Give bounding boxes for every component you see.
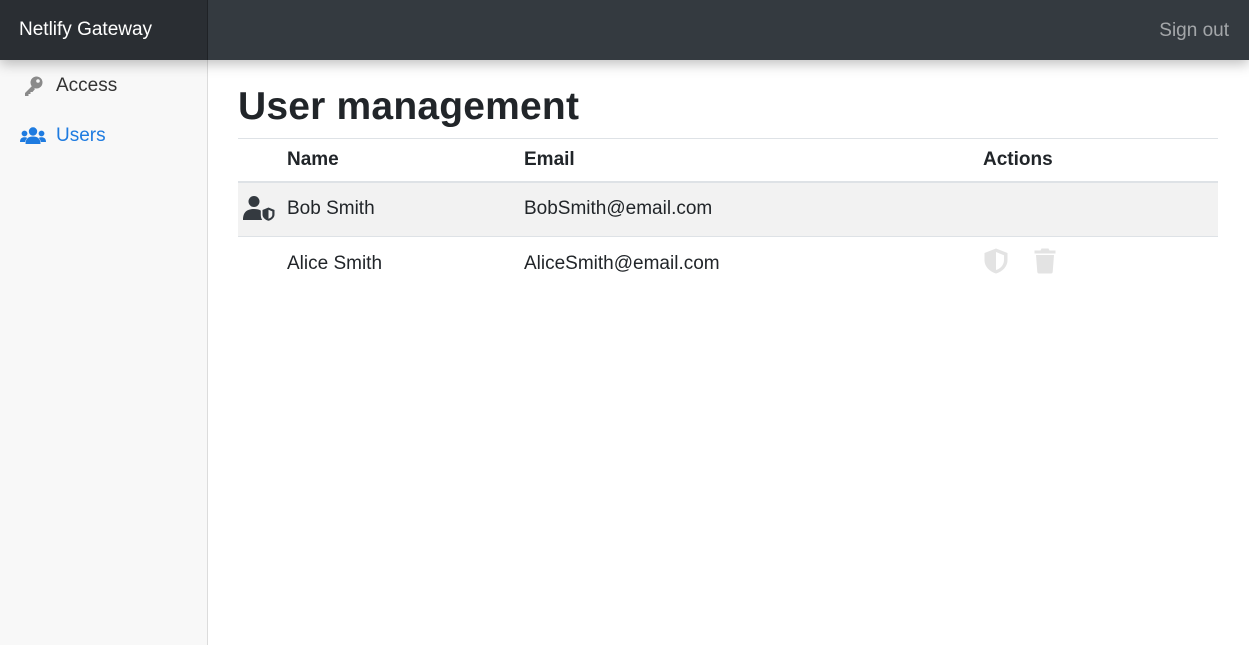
users-table: Name Email Actions Bob Smith BobSmith@em… xyxy=(238,138,1218,292)
role-cell xyxy=(238,237,287,292)
actions-cell xyxy=(983,181,1218,237)
sidebar-item-label: Access xyxy=(56,75,118,96)
sidebar-item-access[interactable]: Access xyxy=(0,61,207,111)
sidebar: Access Users xyxy=(0,60,208,645)
actions-cell xyxy=(983,237,1218,292)
shield-icon xyxy=(984,248,1008,280)
user-name: Bob Smith xyxy=(287,181,524,237)
main-content: User management Name Email Actions Bob S… xyxy=(238,60,1218,292)
user-name: Alice Smith xyxy=(287,253,383,275)
column-header-actions: Actions xyxy=(983,138,1218,183)
table-row: Alice Smith AliceSmith@email.com xyxy=(238,237,1218,292)
delete-user-button[interactable] xyxy=(1034,248,1056,280)
column-header-icon xyxy=(238,138,287,183)
row-actions xyxy=(983,248,1218,280)
column-header-email: Email xyxy=(524,138,983,183)
trash-icon xyxy=(1034,248,1056,280)
make-admin-button[interactable] xyxy=(984,248,1008,280)
user-shield-icon xyxy=(243,195,275,227)
sidebar-item-label: Users xyxy=(56,125,106,146)
table-row: Bob Smith BobSmith@email.com xyxy=(238,181,1218,237)
brand-link[interactable]: Netlify Gateway xyxy=(0,0,208,60)
sign-out-link[interactable]: Sign out xyxy=(1159,0,1229,60)
user-email: AliceSmith@email.com xyxy=(524,253,720,275)
column-header-name: Name xyxy=(287,138,524,183)
page-title: User management xyxy=(238,85,580,128)
top-navbar: Netlify Gateway Sign out xyxy=(0,0,1249,60)
table-header-row: Name Email Actions xyxy=(238,138,1218,183)
role-cell xyxy=(238,181,287,237)
key-icon xyxy=(20,75,46,97)
users-icon xyxy=(20,125,46,147)
sidebar-item-users[interactable]: Users xyxy=(0,111,207,161)
user-email: BobSmith@email.com xyxy=(524,181,983,237)
